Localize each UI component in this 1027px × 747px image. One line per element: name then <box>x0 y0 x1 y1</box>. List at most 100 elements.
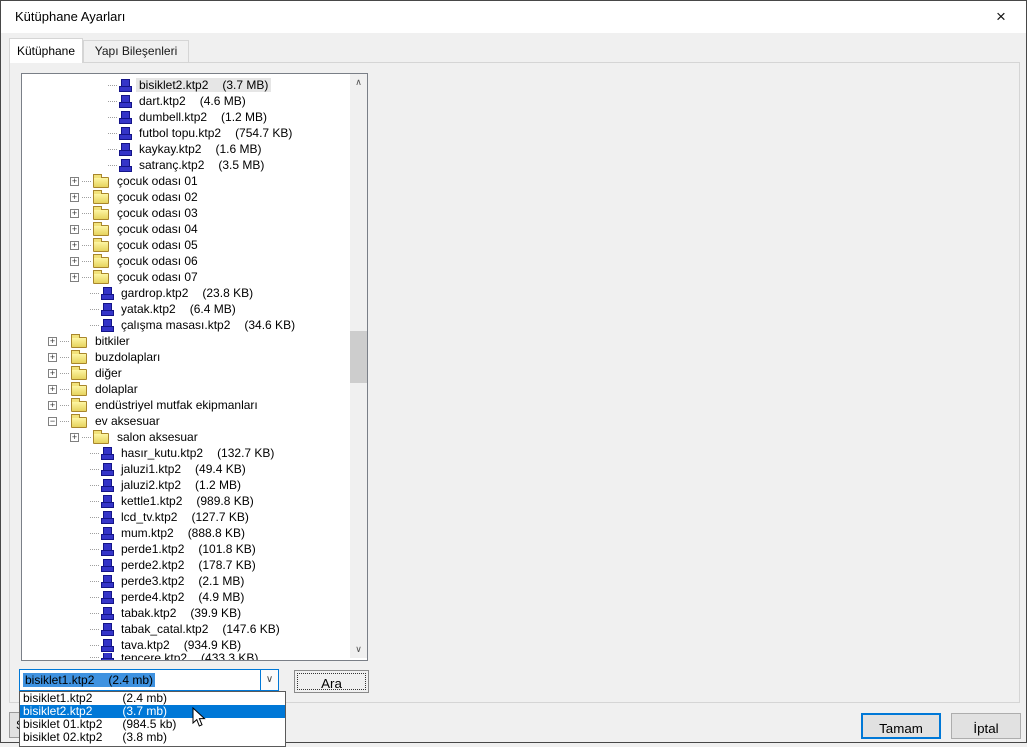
tree-expander-icon[interactable]: + <box>48 353 57 362</box>
tree-item-name: futbol topu.ktp2 <box>139 126 221 140</box>
tree-item[interactable]: + çocuk odası 04 <box>22 221 367 237</box>
tree-item[interactable]: + çocuk odası 06 <box>22 253 367 269</box>
tree-item[interactable]: jaluzi1.ktp2(49.4 KB) <box>22 461 367 477</box>
tree-item[interactable]: + çocuk odası 01 <box>22 173 367 189</box>
file-combo-list[interactable]: bisiklet1.ktp2 (2.4 mb) bisiklet2.ktp2 (… <box>19 691 286 747</box>
tree-item-name: hasır_kutu.ktp2 <box>121 446 203 460</box>
tree-expander-icon[interactable]: + <box>48 369 57 378</box>
tree-item[interactable]: futbol topu.ktp2 (754.7 KB) <box>22 125 367 141</box>
search-button[interactable]: Ara <box>294 670 369 693</box>
option-size: (2.4 mb) <box>122 691 167 705</box>
tree-item[interactable]: − ev aksesuar <box>22 413 367 429</box>
tree-item[interactable]: + buzdolapları <box>22 349 367 365</box>
folder-icon <box>93 433 109 444</box>
library-item-icon <box>119 159 131 172</box>
tree-item[interactable]: kettle1.ktp2(989.8 KB) <box>22 493 367 509</box>
tree-item[interactable]: çalışma masası.ktp2(34.6 KB) <box>22 317 367 333</box>
cancel-button[interactable]: İptal <box>951 713 1021 739</box>
tree-expander-icon[interactable]: + <box>70 433 79 442</box>
tree-item-size: (23.8 KB) <box>202 286 253 300</box>
tree-item-name: buzdolapları <box>95 350 160 364</box>
tree-item-name: lcd_tv.ktp2 <box>121 510 177 524</box>
tree-expander-icon[interactable]: + <box>48 401 57 410</box>
scrollbar-thumb[interactable] <box>350 331 367 383</box>
tree-item-name: mum.ktp2 <box>121 526 174 540</box>
tree-item[interactable]: perde1.ktp2(101.8 KB) <box>22 541 367 557</box>
tree-item-name: bisiklet2.ktp2 <box>139 78 208 92</box>
tree-expander-icon[interactable]: − <box>48 417 57 426</box>
folder-icon <box>71 337 87 348</box>
tree-item[interactable]: + çocuk odası 07 <box>22 269 367 285</box>
tree-item[interactable]: dart.ktp2(4.6 MB) <box>22 93 367 109</box>
tree-item-name: jaluzi2.ktp2 <box>121 478 181 492</box>
tree-item-name: çocuk odası 01 <box>117 174 198 188</box>
tree-item-labelwrap: lcd_tv.ktp2(127.7 KB) <box>118 510 252 524</box>
tree-item[interactable]: + salon aksesuar <box>22 429 367 445</box>
tree-item-labelwrap: tabak.ktp2(39.9 KB) <box>118 606 244 620</box>
tree-item[interactable]: + dolaplar <box>22 381 367 397</box>
tree-item[interactable]: hasır_kutu.ktp2(132.7 KB) <box>22 445 367 461</box>
tree-item-name: çocuk odası 07 <box>117 270 198 284</box>
library-item-icon <box>101 303 113 316</box>
tree-connector <box>108 133 117 134</box>
tree-expander-icon[interactable]: + <box>70 257 79 266</box>
tree-item[interactable]: dumbell.ktp2(1.2 MB) <box>22 109 367 125</box>
tree-item[interactable]: gardrop.ktp2(23.8 KB) <box>22 285 367 301</box>
tree-item[interactable]: + çocuk odası 03 <box>22 205 367 221</box>
tree-item[interactable]: kaykay.ktp2(1.6 MB) <box>22 141 367 157</box>
library-item-icon <box>101 559 113 572</box>
library-settings-dialog: Kütüphane Ayarları × Kütüphane Yapı Bile… <box>0 0 1027 743</box>
tree-item-size: (433.3 KB) <box>201 653 258 661</box>
tree-item[interactable]: perde4.ktp2(4.9 MB) <box>22 589 367 605</box>
tree-scrollbar[interactable]: ∧ ∨ <box>350 74 367 658</box>
tree-expander-icon[interactable]: + <box>70 209 79 218</box>
tree-item[interactable]: + çocuk odası 02 <box>22 189 367 205</box>
file-combobox[interactable]: bisiklet1.ktp2(2.4 mb) ∨ <box>19 669 279 691</box>
chevron-down-icon[interactable]: ∨ <box>260 670 278 690</box>
tree-item[interactable]: yatak.ktp2(6.4 MB) <box>22 301 367 317</box>
tree-expander-icon[interactable]: + <box>70 225 79 234</box>
tree-item-size: (1.2 MB) <box>195 478 241 492</box>
tree-item[interactable]: mum.ktp2(888.8 KB) <box>22 525 367 541</box>
tree-item[interactable]: satranç.ktp2(3.5 MB) <box>22 157 367 173</box>
tree-item[interactable]: perde2.ktp2(178.7 KB) <box>22 557 367 573</box>
scroll-down-icon[interactable]: ∨ <box>350 641 367 658</box>
tree-item[interactable]: + endüstriyel mutfak ekipmanları <box>22 397 367 413</box>
tree-item[interactable]: + bitkiler <box>22 333 367 349</box>
tree-item[interactable]: tava.ktp2(934.9 KB) <box>22 637 367 653</box>
tree-expander-icon[interactable]: + <box>70 273 79 282</box>
tree-item-labelwrap: bitkiler <box>92 334 133 348</box>
tree-item[interactable]: tabak.ktp2(39.9 KB) <box>22 605 367 621</box>
tree-expander-icon[interactable]: + <box>70 241 79 250</box>
tree-item-labelwrap: çocuk odası 05 <box>114 238 201 252</box>
tree-item[interactable]: + diğer <box>22 365 367 381</box>
tree-item[interactable]: jaluzi2.ktp2 (1.2 MB) <box>22 477 367 493</box>
tree-item-labelwrap: dolaplar <box>92 382 141 396</box>
tree-expander-icon[interactable]: + <box>70 177 79 186</box>
tree-expander-icon[interactable]: + <box>70 193 79 202</box>
tree-item[interactable]: perde3.ktp2(2.1 MB) <box>22 573 367 589</box>
tree-item-name: çocuk odası 06 <box>117 254 198 268</box>
tab-kutuphane[interactable]: Kütüphane <box>9 38 83 63</box>
ok-button[interactable]: Tamam <box>861 713 941 739</box>
file-combo-option[interactable]: bisiklet 02.ktp2 (3.8 mb) <box>20 731 285 744</box>
tree-item-size: (101.8 KB) <box>198 542 255 556</box>
tree-item-labelwrap: dart.ktp2(4.6 MB) <box>136 94 249 108</box>
tree-expander-icon[interactable]: + <box>48 337 57 346</box>
library-item-icon <box>101 575 113 588</box>
tree-item[interactable]: bisiklet2.ktp2(3.7 MB) <box>22 77 367 93</box>
close-icon[interactable]: × <box>990 6 1012 28</box>
tree-expander-icon[interactable]: + <box>48 385 57 394</box>
tree-connector <box>90 565 99 566</box>
tree-item[interactable]: tabak_catal.ktp2(147.6 KB) <box>22 621 367 637</box>
scroll-up-icon[interactable]: ∧ <box>350 74 367 91</box>
tree-item[interactable]: + çocuk odası 05 <box>22 237 367 253</box>
tree-connector <box>90 517 99 518</box>
tree-item-labelwrap: çocuk odası 03 <box>114 206 201 220</box>
library-tree[interactable]: bisiklet2.ktp2(3.7 MB) dart.ktp2(4.6 MB)… <box>21 73 368 661</box>
tree-item-size: (1.6 MB) <box>215 142 261 156</box>
tree-item[interactable]: tencere.ktp2(433.3 KB) <box>22 653 367 661</box>
tree-item[interactable]: lcd_tv.ktp2(127.7 KB) <box>22 509 367 525</box>
tab-yapi-bilesenleri[interactable]: Yapı Bileşenleri <box>83 40 189 62</box>
tree-item-size: (754.7 KB) <box>235 126 292 140</box>
